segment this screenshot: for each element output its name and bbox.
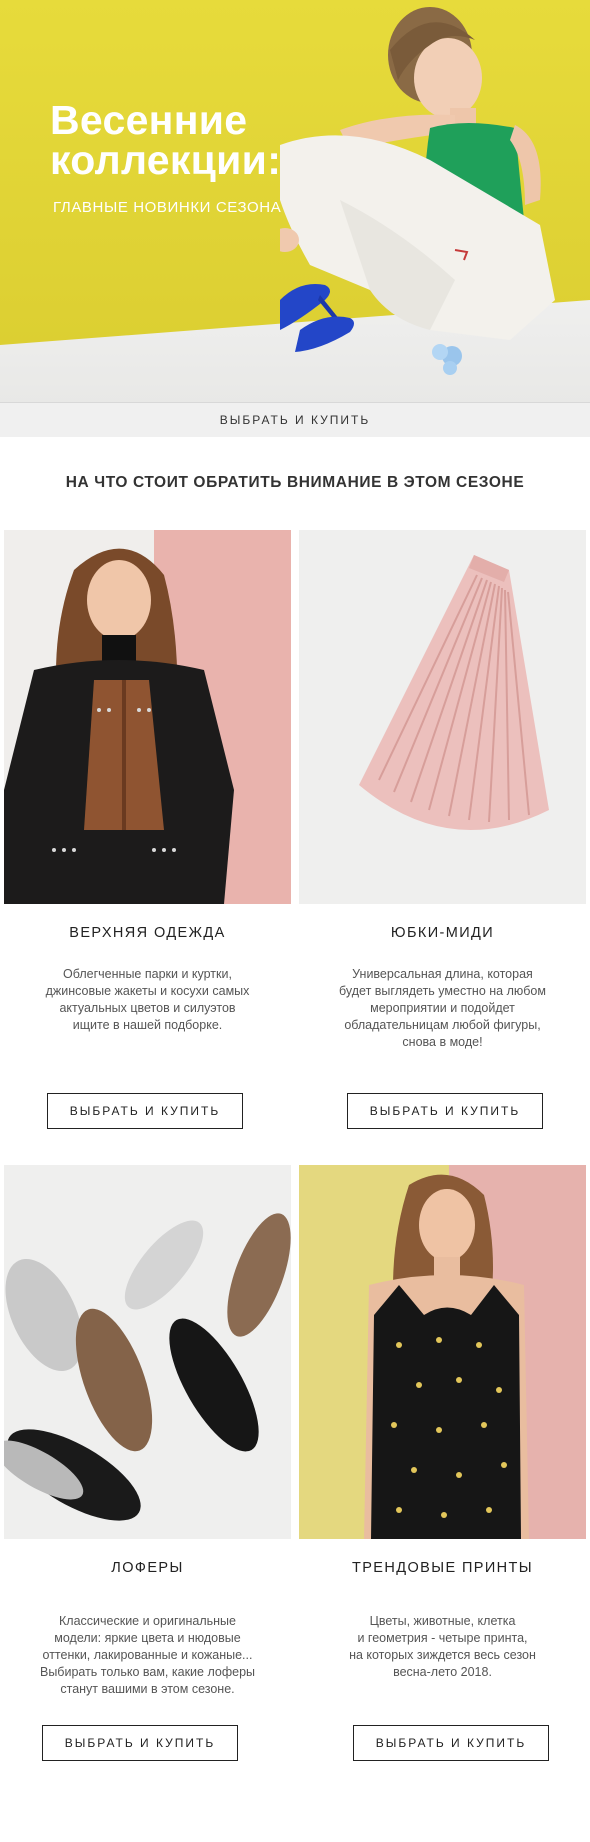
- loafers-buy-button[interactable]: ВЫБРАТЬ И КУПИТЬ: [42, 1725, 238, 1761]
- trend-prints-desc-line: и геометрия - четыре принта,: [357, 1631, 528, 1645]
- outerwear-photo: [4, 530, 291, 904]
- midi-skirts-buy-button[interactable]: ВЫБРАТЬ И КУПИТЬ: [347, 1093, 543, 1129]
- midi-skirts-desc-line: снова в моде!: [402, 1035, 483, 1049]
- loafers-photo: [4, 1165, 291, 1539]
- loafers-desc-line: Классические и оригинальные: [59, 1614, 236, 1628]
- hero-model-image: [280, 7, 555, 375]
- trend-prints-photo: [299, 1165, 586, 1539]
- outerwear-title: ВЕРХНЯЯ ОДЕЖДА: [69, 925, 226, 941]
- outerwear-desc-line: джинсовые жакеты и косухи самых: [45, 984, 250, 998]
- midi-skirts-description: Универсальная длина, которая будет выгля…: [299, 966, 586, 1051]
- loafers-desc-line: станут вашими в этом сезоне.: [60, 1682, 235, 1696]
- midi-skirts-desc-line: обладательницам любой фигуры,: [344, 1018, 541, 1032]
- trend-prints-desc-line: весна-лето 2018.: [393, 1665, 492, 1679]
- trend-prints-desc-line: Цветы, животные, клетка: [369, 1614, 516, 1628]
- midi-skirts-image[interactable]: [299, 530, 586, 904]
- outerwear-buy-button[interactable]: ВЫБРАТЬ И КУПИТЬ: [47, 1093, 243, 1129]
- hero-buy-button-label: ВЫБРАТЬ И КУПИТЬ: [219, 413, 371, 427]
- loafers-desc-line: модели: яркие цвета и нюдовые: [54, 1631, 241, 1645]
- hero-title: Весенние коллекции:: [50, 97, 282, 183]
- midi-skirts-title: ЮБКИ-МИДИ: [390, 925, 495, 941]
- outerwear-desc-line: Облегченные парки и куртки,: [63, 967, 232, 981]
- loafers-image[interactable]: [4, 1165, 291, 1539]
- midi-skirts-desc-line: будет выглядеть уместно на любом: [339, 984, 546, 998]
- trend-prints-image[interactable]: [299, 1165, 586, 1539]
- outerwear-image[interactable]: [4, 530, 291, 904]
- midi-skirts-desc-line: мероприятии и подойдет: [370, 1001, 515, 1015]
- hero-title-line2: коллекции:: [50, 137, 282, 183]
- outerwear-desc-line: актуальных цветов и силуэтов: [59, 1001, 236, 1015]
- trend-prints-buy-button[interactable]: ВЫБРАТЬ И КУПИТЬ: [353, 1725, 549, 1761]
- section-title: НА ЧТО СТОИТ ОБРАТИТЬ ВНИМАНИЕ В ЭТОМ СЕ…: [65, 474, 525, 491]
- loafers-desc-line: оттенки, лакированные и кожаные...: [42, 1648, 253, 1662]
- trend-prints-desc-line: на которых зиждется весь сезон: [349, 1648, 536, 1662]
- outerwear-description: Облегченные парки и куртки, джинсовые жа…: [4, 966, 291, 1034]
- loafers-desc-line: Выбирать только вам, какие лоферы: [39, 1665, 256, 1679]
- loafers-title: ЛОФЕРЫ: [111, 1560, 184, 1576]
- hero-subtitle: ГЛАВНЫЕ НОВИНКИ СЕЗОНА: [53, 199, 282, 216]
- midi-skirts-photo: [299, 530, 586, 904]
- hero-title-line1: Весенние: [50, 97, 248, 143]
- outerwear-desc-line: ищите в нашей подборке.: [72, 1018, 223, 1032]
- loafers-description: Классические и оригинальные модели: ярки…: [4, 1613, 291, 1698]
- trend-prints-description: Цветы, животные, клетка и геометрия - че…: [299, 1613, 586, 1681]
- hero-buy-button[interactable]: ВЫБРАТЬ И КУПИТЬ: [0, 402, 590, 437]
- trend-prints-title: ТРЕНДОВЫЕ ПРИНТЫ: [351, 1560, 534, 1576]
- midi-skirts-desc-line: Универсальная длина, которая: [352, 967, 533, 981]
- hero-banner[interactable]: Весенние коллекции: ГЛАВНЫЕ НОВИНКИ СЕЗО…: [0, 0, 590, 437]
